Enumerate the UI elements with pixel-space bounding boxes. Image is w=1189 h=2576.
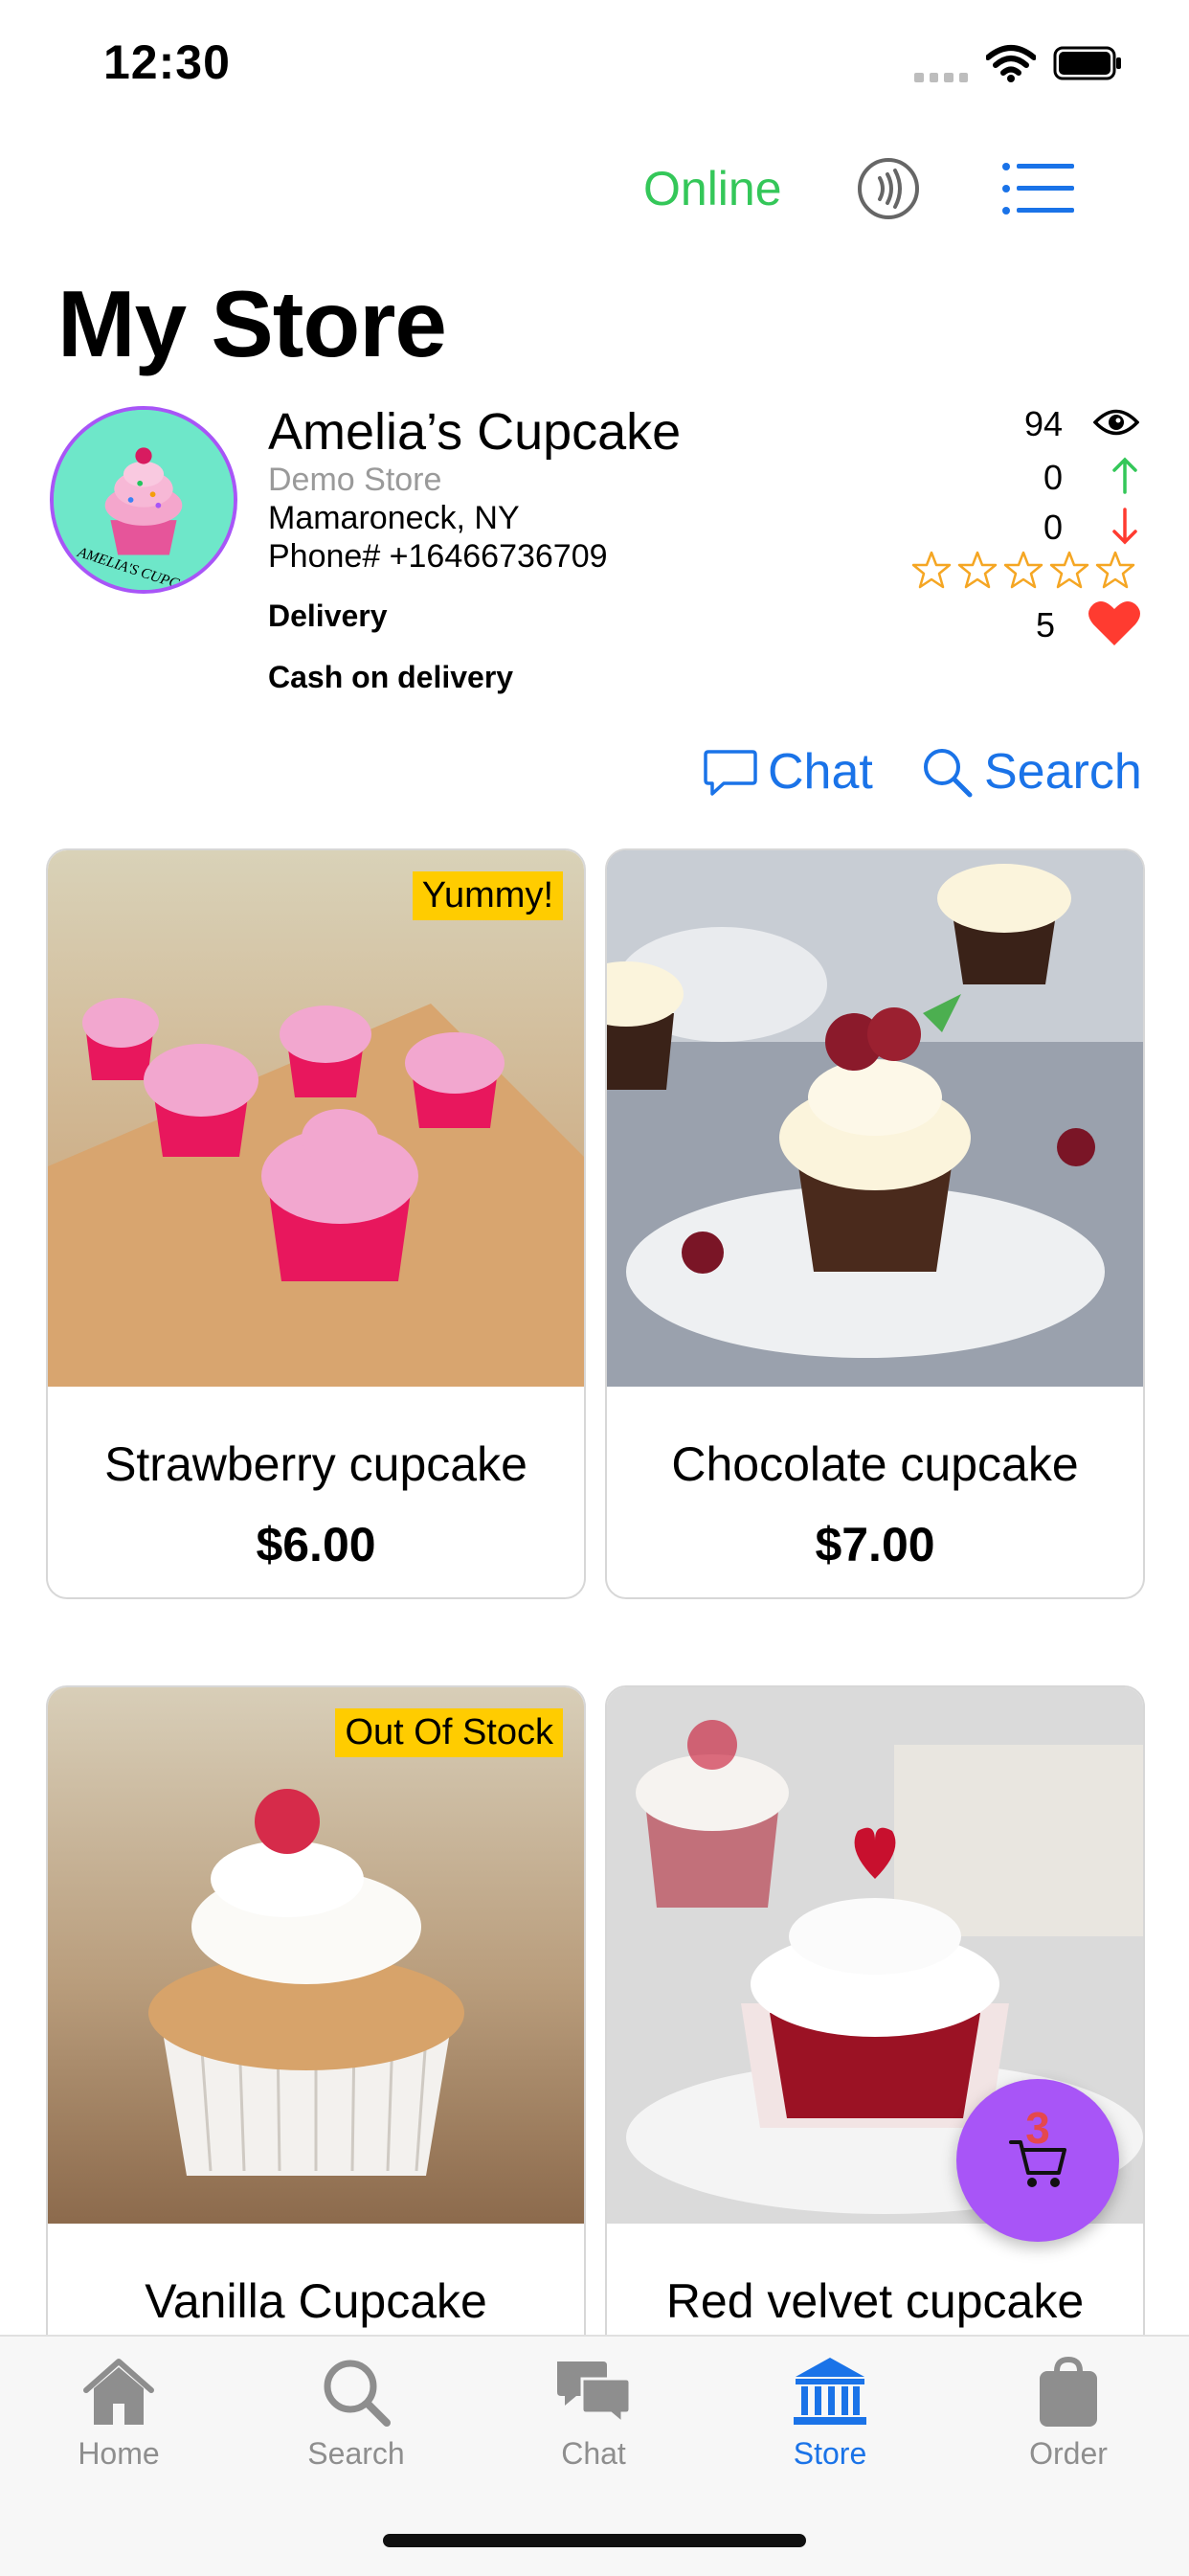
tab-order[interactable]: Order xyxy=(973,2354,1164,2472)
product-image xyxy=(607,850,1143,1387)
tab-home[interactable]: Home xyxy=(23,2354,214,2472)
search-icon xyxy=(324,2360,391,2427)
tab-order-label: Order xyxy=(1029,2436,1108,2471)
list-menu-icon[interactable] xyxy=(1001,161,1076,216)
rating-stars[interactable] xyxy=(911,550,1141,592)
product-badge: Yummy! xyxy=(412,871,563,920)
arrow-down-icon xyxy=(1112,508,1137,545)
store-avatar[interactable]: AMELIA'S CUPCAKE xyxy=(50,406,237,594)
battery-icon xyxy=(1053,46,1121,80)
store-phone[interactable]: Phone# +16466736709 xyxy=(268,538,608,576)
chat-bubble-icon xyxy=(704,750,757,796)
upvote-count: 0 xyxy=(1043,458,1063,497)
search-button-label: Search xyxy=(984,744,1142,800)
tab-home-label: Home xyxy=(78,2436,160,2471)
wifi-icon xyxy=(986,45,1036,82)
arrow-up-icon xyxy=(1112,457,1137,494)
payment-label: Cash on delivery xyxy=(268,660,514,694)
cupcake-logo-icon: AMELIA'S CUPCAKE xyxy=(54,410,234,590)
product-name: Vanilla Cupcake xyxy=(145,2274,487,2328)
chat-button[interactable]: Chat xyxy=(703,743,873,801)
eye-icon xyxy=(1093,409,1139,436)
search-icon xyxy=(924,749,973,798)
star-icon[interactable] xyxy=(1003,550,1043,590)
bank-icon xyxy=(794,2358,866,2425)
product-image: Yummy! xyxy=(48,850,584,1387)
product-card[interactable]: Red velvet cupcake xyxy=(605,1685,1145,2356)
bag-icon xyxy=(1040,2356,1097,2427)
store-location: Mamaroneck, NY xyxy=(268,500,520,536)
tab-store[interactable]: Store xyxy=(734,2354,926,2472)
product-name: Red velvet cupcake xyxy=(665,2274,1085,2328)
tab-store-label: Store xyxy=(793,2436,867,2471)
page-title: My Store xyxy=(57,271,447,376)
delivery-label: Delivery xyxy=(268,599,388,633)
cellular-signal-icon xyxy=(914,73,968,84)
status-time: 12:30 xyxy=(103,35,231,89)
product-name: Strawberry cupcake xyxy=(104,1437,527,1491)
product-image: Out Of Stock xyxy=(48,1687,584,2224)
views-count: 94 xyxy=(1023,404,1063,443)
tab-chat-label: Chat xyxy=(561,2436,626,2471)
product-price: $6.00 xyxy=(256,1518,376,1571)
star-icon[interactable] xyxy=(1095,550,1135,590)
downvote-count: 0 xyxy=(1043,508,1063,547)
home-icon xyxy=(83,2359,154,2425)
likes-count: 5 xyxy=(1035,605,1055,644)
home-indicator xyxy=(383,2534,806,2547)
product-card[interactable]: Chocolate cupcake $7.00 xyxy=(605,848,1145,1599)
heart-icon[interactable] xyxy=(1088,599,1141,647)
product-card[interactable]: Out Of Stock Vanilla Cupcake xyxy=(46,1685,586,2356)
product-name: Chocolate cupcake xyxy=(671,1437,1079,1491)
online-status[interactable]: Online xyxy=(643,161,782,216)
search-button[interactable]: Search xyxy=(919,743,1142,801)
chat-bubbles-icon xyxy=(557,2361,632,2427)
tab-search[interactable]: Search xyxy=(260,2354,452,2472)
tab-chat[interactable]: Chat xyxy=(498,2354,689,2472)
product-badge: Out Of Stock xyxy=(335,1708,563,1757)
star-icon[interactable] xyxy=(1049,550,1089,590)
star-icon[interactable] xyxy=(911,550,952,590)
product-price: $7.00 xyxy=(815,1518,935,1571)
store-name: Amelia’s Cupcake xyxy=(268,403,682,461)
store-subtitle: Demo Store xyxy=(268,462,442,498)
chat-button-label: Chat xyxy=(768,744,873,800)
nfc-icon[interactable] xyxy=(857,157,920,220)
product-card[interactable]: Yummy! Strawberry cupcake $6.00 xyxy=(46,848,586,1599)
tab-search-label: Search xyxy=(307,2436,405,2471)
cart-count-badge: 3 xyxy=(1025,2103,1050,2153)
cart-button[interactable]: 3 xyxy=(956,2079,1119,2242)
star-icon[interactable] xyxy=(957,550,998,590)
